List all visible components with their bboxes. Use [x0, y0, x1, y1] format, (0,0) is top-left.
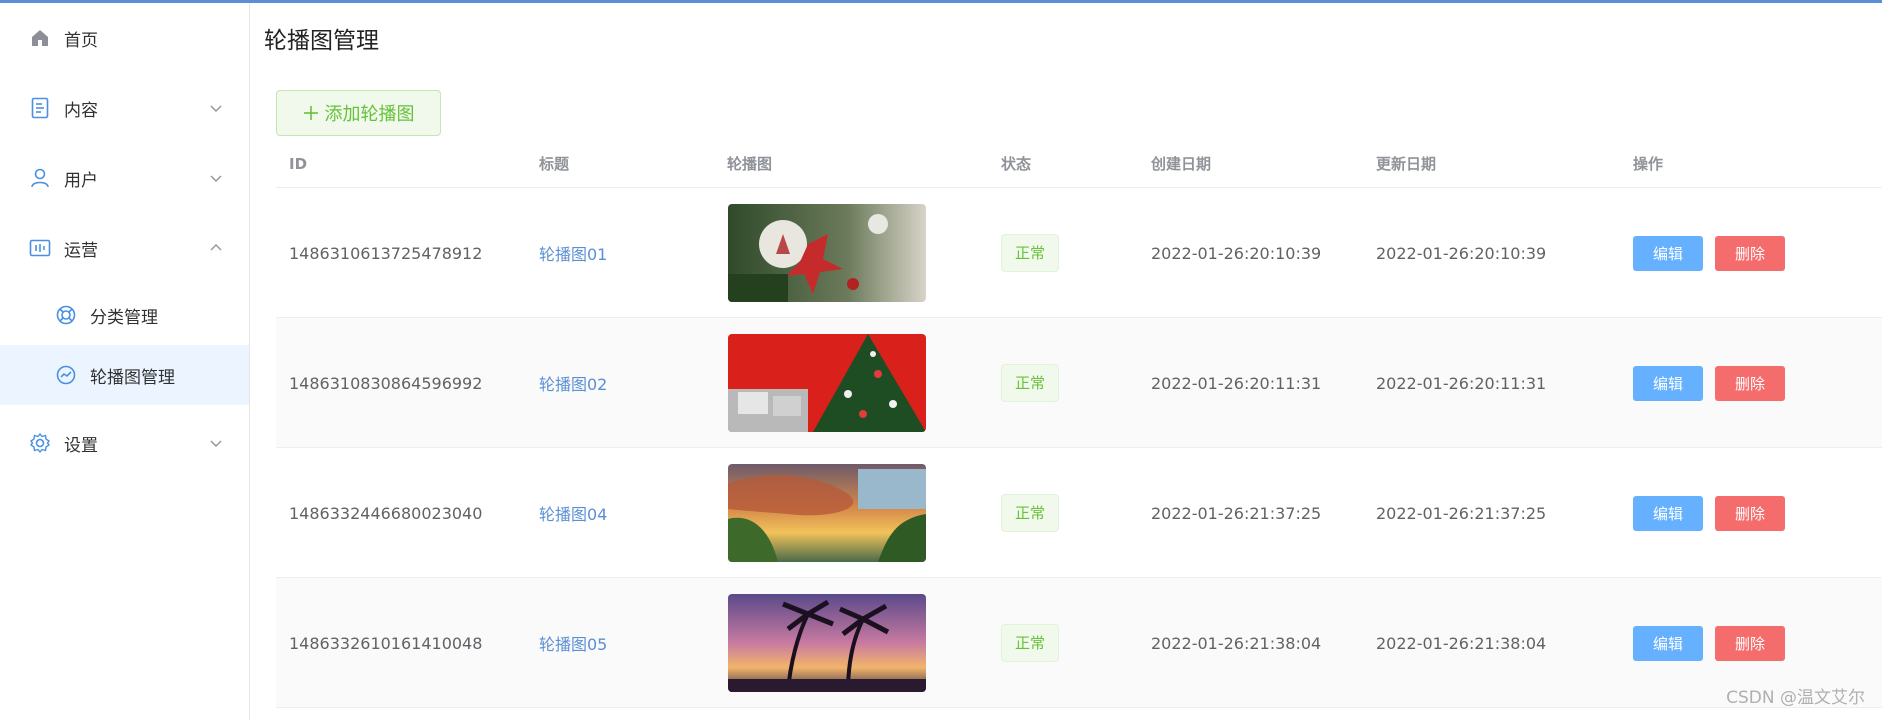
- row-actions: 编辑 删除: [1633, 448, 1785, 578]
- document-icon: [28, 96, 52, 120]
- cloudy-sunset-image: [728, 464, 926, 562]
- table-row: 1486332610161410048 轮播图05 正常 2022-01-26:…: [276, 578, 1882, 708]
- column-header-title: 标题: [539, 155, 570, 173]
- sidebar: 首页 内容 用户 运营 分类管理 轮播图管理 设置: [0, 3, 250, 720]
- sidebar-subitem-label: 分类管理: [90, 307, 158, 328]
- sidebar-item-label: 首页: [64, 30, 98, 51]
- row-title: 轮播图04: [539, 505, 608, 524]
- status-badge: 正常: [1001, 624, 1060, 662]
- chevron-up-icon: [210, 244, 222, 251]
- chevron-down-icon: [210, 175, 222, 182]
- row-status-cell: 正常: [1001, 188, 1060, 318]
- lifebuoy-icon: [54, 303, 78, 327]
- edit-button[interactable]: 编辑: [1633, 235, 1703, 271]
- row-image-cell: [728, 188, 926, 318]
- chart-circle-icon: [54, 363, 78, 387]
- row-updated: 2022-01-26:21:37:25: [1376, 503, 1547, 523]
- carousel-table: ID 标题 轮播图 状态 创建日期 更新日期 操作 14863106137254…: [276, 141, 1882, 708]
- column-header-created: 创建日期: [1151, 155, 1212, 173]
- row-id: 1486310830864596992: [289, 373, 483, 393]
- delete-button[interactable]: 删除: [1715, 235, 1785, 271]
- column-header-image: 轮播图: [727, 155, 773, 173]
- sidebar-subitem-label: 轮播图管理: [90, 367, 175, 388]
- table-row: 1486310613725478912 轮播图01 正常 2022-01-26:…: [276, 188, 1882, 318]
- row-title: 轮播图01: [539, 245, 608, 264]
- watermark: CSDN @温文艾尔: [1726, 688, 1865, 708]
- add-carousel-button-label: 添加轮播图: [324, 104, 415, 125]
- sidebar-item-label: 用户: [64, 170, 98, 191]
- add-carousel-button[interactable]: 添加轮播图: [276, 90, 441, 136]
- row-image-cell: [728, 318, 926, 448]
- row-created: 2022-01-26:21:37:25: [1151, 503, 1322, 523]
- status-badge: 正常: [1001, 364, 1060, 402]
- edit-button[interactable]: 编辑: [1633, 365, 1703, 401]
- column-header-id: ID: [289, 155, 308, 173]
- table-row: 1486310830864596992 轮播图02 正常 2022-01-26:…: [276, 318, 1882, 448]
- edit-button[interactable]: 编辑: [1633, 625, 1703, 661]
- row-id: 1486332446680023040: [289, 503, 483, 523]
- row-id: 1486332610161410048: [289, 633, 483, 653]
- sidebar-item-label: 运营: [64, 240, 98, 261]
- main-content: 轮播图管理 添加轮播图 ID 标题 轮播图 状态 创建日期 更新日期 操作 14…: [251, 3, 1882, 720]
- row-image-cell: [728, 448, 926, 578]
- page-title: 轮播图管理: [264, 28, 379, 54]
- sidebar-item-label: 内容: [64, 100, 98, 121]
- sidebar-subitem-carousel[interactable]: 轮播图管理: [0, 345, 249, 405]
- column-header-updated: 更新日期: [1376, 155, 1437, 173]
- home-icon: [28, 26, 52, 50]
- row-created: 2022-01-26:21:38:04: [1151, 633, 1322, 653]
- row-updated: 2022-01-26:21:38:04: [1376, 633, 1547, 653]
- operation-icon: [28, 236, 52, 260]
- row-title: 轮播图02: [539, 375, 608, 394]
- row-updated: 2022-01-26:20:10:39: [1376, 243, 1547, 263]
- palm-beach-sunset-image: [728, 594, 926, 692]
- sidebar-item-settings[interactable]: 设置: [0, 413, 249, 473]
- sidebar-item-user[interactable]: 用户: [0, 148, 249, 208]
- plus-icon: [303, 106, 318, 120]
- sidebar-item-operation[interactable]: 运营: [0, 218, 249, 278]
- row-actions: 编辑 删除: [1633, 188, 1785, 318]
- row-created: 2022-01-26:20:10:39: [1151, 243, 1322, 263]
- chevron-down-icon: [210, 105, 222, 112]
- column-header-actions: 操作: [1633, 155, 1664, 173]
- row-actions: 编辑 删除: [1633, 318, 1785, 448]
- table-header: ID 标题 轮播图 状态 创建日期 更新日期 操作: [276, 141, 1882, 188]
- sidebar-item-home[interactable]: 首页: [0, 8, 249, 68]
- delete-button[interactable]: 删除: [1715, 625, 1785, 661]
- christmas-ornament-image: [728, 204, 926, 302]
- gear-icon: [28, 431, 52, 455]
- status-badge: 正常: [1001, 494, 1060, 532]
- sidebar-item-content[interactable]: 内容: [0, 78, 249, 138]
- row-status-cell: 正常: [1001, 578, 1060, 708]
- chevron-down-icon: [210, 440, 222, 447]
- table-row: 1486332446680023040 轮播图04 正常 2022-01-26:…: [276, 448, 1882, 578]
- row-status-cell: 正常: [1001, 318, 1060, 448]
- row-created: 2022-01-26:20:11:31: [1151, 373, 1322, 393]
- delete-button[interactable]: 删除: [1715, 365, 1785, 401]
- christmas-tree-image: [728, 334, 926, 432]
- row-id: 1486310613725478912: [289, 243, 483, 263]
- row-title: 轮播图05: [539, 635, 608, 654]
- row-status-cell: 正常: [1001, 448, 1060, 578]
- edit-button[interactable]: 编辑: [1633, 495, 1703, 531]
- row-updated: 2022-01-26:20:11:31: [1376, 373, 1547, 393]
- status-badge: 正常: [1001, 234, 1060, 272]
- sidebar-item-label: 设置: [64, 435, 98, 456]
- row-image-cell: [728, 578, 926, 708]
- column-header-status: 状态: [1001, 155, 1032, 173]
- user-icon: [28, 166, 52, 190]
- sidebar-subitem-category[interactable]: 分类管理: [0, 285, 249, 345]
- delete-button[interactable]: 删除: [1715, 495, 1785, 531]
